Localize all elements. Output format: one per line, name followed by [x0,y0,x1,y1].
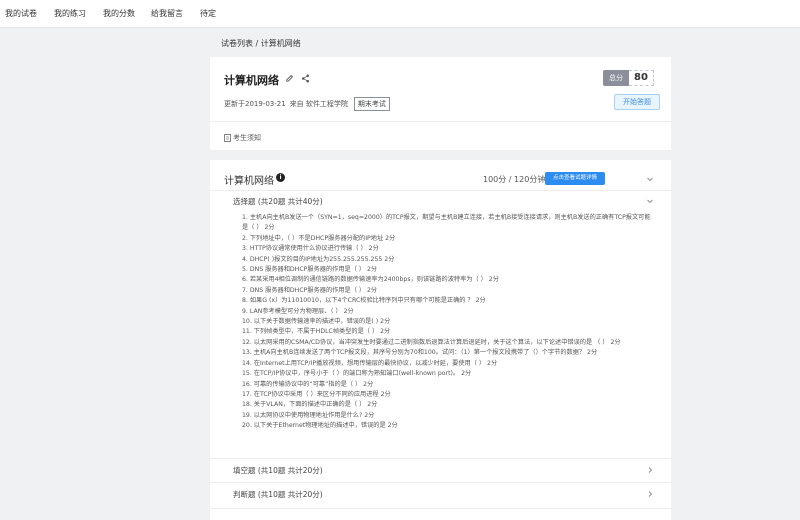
question-item[interactable]: 17. 在TCP协议中采用（ ）来区分不同的应用进程 2分 [242,390,652,400]
divider [210,190,671,191]
question-item[interactable]: 20. 以下关于Ethernet物理地址的描述中，错误的是 2分 [242,421,652,431]
updated-date: 更新于2019-03-21 [224,100,286,108]
divider [210,121,671,122]
question-item[interactable]: 18. 关于VLAN，下面的描述中正确的是（ ） 2分 [242,400,652,410]
question-item[interactable]: 12. 以太网采用的CSMA/CD协议，当冲突发生时要通过二进制指数后退算法计算… [242,338,652,348]
total-score: 总分 80 [603,70,654,86]
breadcrumb[interactable]: 试卷列表 / 计算机网络 [221,38,301,49]
start-answer-button[interactable]: 开始答题 [614,94,660,110]
edit-icon[interactable] [285,74,294,83]
paper-header-card: 计算机网络 总分 80 更新于2019-03-21 来自 软件工程学院 期末考试… [210,57,671,150]
exam-notice-label: 考生须知 [233,134,261,142]
group-true-false[interactable]: 判断题 (共10题 共计20分) [233,489,323,500]
question-item[interactable]: 7. DNS 服务器和DHCP服务器的作用是（ ） 2分 [242,286,652,296]
score-time: 100分 / 120分钟 [483,175,546,184]
paper-meta: 更新于2019-03-21 来自 软件工程学院 期末考试 [224,97,394,111]
question-item[interactable]: 4. DHCP( )报文的目的IP地址为255.255.255.255 2分 [242,255,652,265]
divider [210,508,671,509]
share-icon[interactable] [301,74,310,83]
chevron-down-icon[interactable] [646,197,654,205]
nav-my-practice[interactable]: 我的练习 [54,8,86,19]
view-details-button[interactable]: 点击查看试题详情 [545,172,605,185]
question-item[interactable]: 15. 在TCP/IP协议中，序号小于（ ）的端口称为熟知端口(well-kno… [242,369,652,379]
nav-leave-message[interactable]: 给我留言 [151,8,183,19]
question-list: 1. 主机A向主机B发送一个（SYN=1，seq=2000）的TCP报文，期望与… [242,213,652,432]
total-score-value: 80 [629,70,654,86]
nav-pending[interactable]: 待定 [200,8,216,19]
paper-source: 来自 软件工程学院 [289,100,348,108]
question-item[interactable]: 11. 下列帧类型中，不属于HDLC帧类型的是（ ） 2分 [242,327,652,337]
info-icon[interactable]: i [276,173,285,182]
question-item[interactable]: 10. 以下关于数据传输速率的描述中，错误的是( ) 2分 [242,317,652,327]
top-nav: 我的试卷 我的练习 我的分数 给我留言 待定 [0,0,800,28]
divider [210,482,671,483]
exam-notice[interactable]: 考生须知 [224,133,261,143]
total-score-label: 总分 [603,70,629,86]
question-item[interactable]: 14. 在Internet上用TCP/IP播放视频，想用传输层的最快协议，以减少… [242,359,652,369]
question-item[interactable]: 5. DNS 服务器和DHCP服务器的作用是（ ） 2分 [242,265,652,275]
question-item[interactable]: 16. 可靠的传输协议中的“可靠”指的是（ ） 2分 [242,380,652,390]
nav-my-scores[interactable]: 我的分数 [103,8,135,19]
chevron-right-icon[interactable] [646,490,654,498]
question-item[interactable]: 13. 主机A向主机B连续发送了两个TCP报文段，其序号分别为70和100。试问… [242,348,652,358]
chevron-right-icon[interactable] [646,466,654,474]
group-multiple-choice[interactable]: 选择题 (共20题 共计40分) [233,196,323,207]
section-title: 计算机网络 [224,176,274,187]
question-item[interactable]: 19. 以太网协议中使用物理地址作用是什么? 2分 [242,411,652,421]
exam-tag: 期末考试 [353,97,390,111]
paper-title: 计算机网络 [224,74,279,87]
chevron-down-icon[interactable] [646,175,654,183]
question-item[interactable]: 8. 如果G (x）为11010010，以下4个CRC校验比特序列中只有哪个可能… [242,296,652,306]
question-item[interactable]: 3. HTTP协议通常使用什么协议进行传输（ ） 2分 [242,244,652,254]
nav-my-papers[interactable]: 我的试卷 [5,8,37,19]
question-item[interactable]: 1. 主机A向主机B发送一个（SYN=1，seq=2000）的TCP报文，期望与… [242,213,652,234]
question-item[interactable]: 2. 下列地址中，（ ）不是DHCP服务器分配的IP地址 2分 [242,234,652,244]
question-item[interactable]: 6. 若某采用4相位调制的通信链路的数据传输速率为2400bps，则该链路的波特… [242,275,652,285]
questions-card: 计算机网络 i 100分 / 120分钟 点击查看试题详情 选择题 (共20题 … [210,160,671,520]
divider [210,458,671,459]
document-icon [224,134,231,142]
question-item[interactable]: 9. LAN参考模型可分为物理层、（ ） 2分 [242,307,652,317]
group-fill-blank[interactable]: 填空题 (共10题 共计20分) [233,465,323,476]
